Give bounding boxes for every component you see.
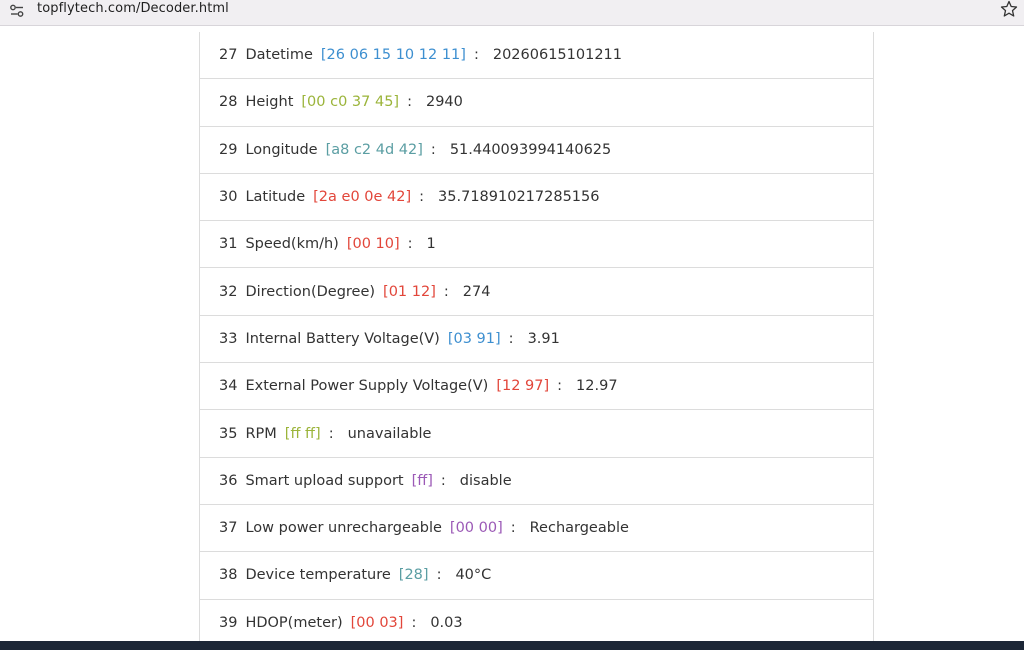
bookmark-star-icon[interactable] xyxy=(1000,0,1018,18)
row-number: 33 xyxy=(219,330,238,347)
field-value: unavailable xyxy=(347,425,432,442)
field-value: 3.91 xyxy=(527,330,560,347)
hex-bytes: [00 10] xyxy=(346,236,400,253)
field-name: HDOP(meter) xyxy=(245,614,343,631)
row-number: 27 xyxy=(219,47,238,64)
hex-bytes: [03 91] xyxy=(447,330,501,347)
field-name: Smart upload support xyxy=(245,472,404,489)
row-number: 28 xyxy=(219,94,238,111)
row-number: 38 xyxy=(219,567,238,584)
field-name: Low power unrechargeable xyxy=(245,520,442,537)
hex-bytes: [00 c0 37 45] xyxy=(301,94,400,111)
hex-bytes: [2a e0 0e 42] xyxy=(313,189,412,206)
decoder-table: 27 Datetime [26 06 15 10 12 11]:2026061510… xyxy=(199,32,874,641)
hex-bytes: [12 97] xyxy=(496,378,550,395)
hex-bytes: [28] xyxy=(398,567,429,584)
separator: : xyxy=(430,141,436,158)
page-content: 27 Datetime [26 06 15 10 12 11]:2026061510… xyxy=(0,26,1024,641)
decoder-row: 36 Smart upload support [ff]: disable xyxy=(200,458,873,505)
row-number: 29 xyxy=(219,141,238,158)
field-name: Direction(Degree) xyxy=(245,283,376,300)
hex-bytes: [00 00] xyxy=(449,520,503,537)
hex-bytes: [00 03] xyxy=(350,614,404,631)
field-name: Speed(km/h) xyxy=(245,236,339,253)
separator: : xyxy=(443,283,449,300)
field-name: Height xyxy=(245,94,294,111)
decoder-row: 33 Internal Battery Voltage(V) [03 91]:3.9… xyxy=(200,316,873,364)
decoder-row: 28 Height [00 c0 37 45]:2940 xyxy=(200,79,873,127)
decoder-row: 35 RPM [ff ff]: unavailable xyxy=(200,410,873,458)
decoder-row: 30 Latitude [2a e0 0e 42]:35.7189102172851… xyxy=(200,174,873,222)
separator: : xyxy=(419,189,425,206)
separator: : xyxy=(411,614,417,631)
hex-bytes: [a8 c2 4d 42] xyxy=(325,141,423,158)
separator: : xyxy=(328,425,334,442)
decoder-row: 34 External Power Supply Voltage(V) [12 97… xyxy=(200,363,873,411)
field-value: 274 xyxy=(462,283,491,300)
row-number: 35 xyxy=(219,425,238,442)
row-number: 31 xyxy=(219,236,238,253)
separator: : xyxy=(473,47,479,64)
separator: : xyxy=(407,94,412,111)
separator: : xyxy=(510,520,516,537)
separator: : xyxy=(557,378,563,395)
row-number: 36 xyxy=(219,472,238,489)
row-number: 39 xyxy=(219,614,238,631)
hex-bytes: [01 12] xyxy=(383,283,436,300)
row-number: 32 xyxy=(219,283,238,300)
decoder-row: 37 Low power unrechargeable [00 00]: Rechar… xyxy=(200,505,873,553)
field-value: 0.03 xyxy=(430,614,463,631)
separator: : xyxy=(407,236,413,253)
hex-bytes: [ff ff] xyxy=(284,425,321,442)
field-value: 20260615101211 xyxy=(492,47,622,64)
hex-bytes: [ff] xyxy=(411,472,433,489)
decoder-row: 39 HDOP(meter) [00 03]:0.03 xyxy=(200,600,873,641)
url-text[interactable]: topflytech.com/Decoder.html xyxy=(37,0,229,18)
field-value: 40°C xyxy=(455,567,492,584)
decoder-row: 38 Device temperature [28]:40°C xyxy=(200,552,873,600)
site-info-icon[interactable] xyxy=(8,2,26,20)
row-number: 30 xyxy=(219,189,238,206)
field-value: 51.440093994140625 xyxy=(449,141,612,158)
field-name: RPM xyxy=(245,425,277,442)
field-name: Datetime xyxy=(245,47,313,64)
hex-bytes: [26 06 15 10 12 11] xyxy=(320,47,466,64)
decoder-row: 27 Datetime [26 06 15 10 12 11]:2026061510… xyxy=(200,32,873,80)
field-value: disable xyxy=(459,472,512,489)
browser-address-bar: topflytech.com/Decoder.html xyxy=(0,0,1024,26)
field-name: Latitude xyxy=(245,189,306,206)
field-name: Internal Battery Voltage(V) xyxy=(245,330,440,347)
field-value: Rechargeable xyxy=(529,520,629,537)
field-value: 2940 xyxy=(425,94,463,111)
separator: : xyxy=(440,472,446,489)
field-value: 35.718910217285156 xyxy=(438,189,600,206)
row-number: 34 xyxy=(219,378,238,395)
separator: : xyxy=(508,330,514,347)
field-value: 12.97 xyxy=(576,378,618,395)
field-value: 1 xyxy=(426,236,436,253)
decoder-row: 31 Speed(km/h) [00 10]:1 xyxy=(200,221,873,269)
field-name: External Power Supply Voltage(V) xyxy=(245,378,489,395)
decoder-row: 32 Direction(Degree) [01 12]:274 xyxy=(200,268,873,316)
taskbar xyxy=(0,641,1024,650)
separator: : xyxy=(436,567,442,584)
field-name: Longitude xyxy=(245,141,318,158)
decoder-row: 29 Longitude [a8 c2 4d 42]:51.440093994140… xyxy=(200,127,873,174)
row-number: 37 xyxy=(219,520,238,537)
field-name: Device temperature xyxy=(245,567,391,584)
